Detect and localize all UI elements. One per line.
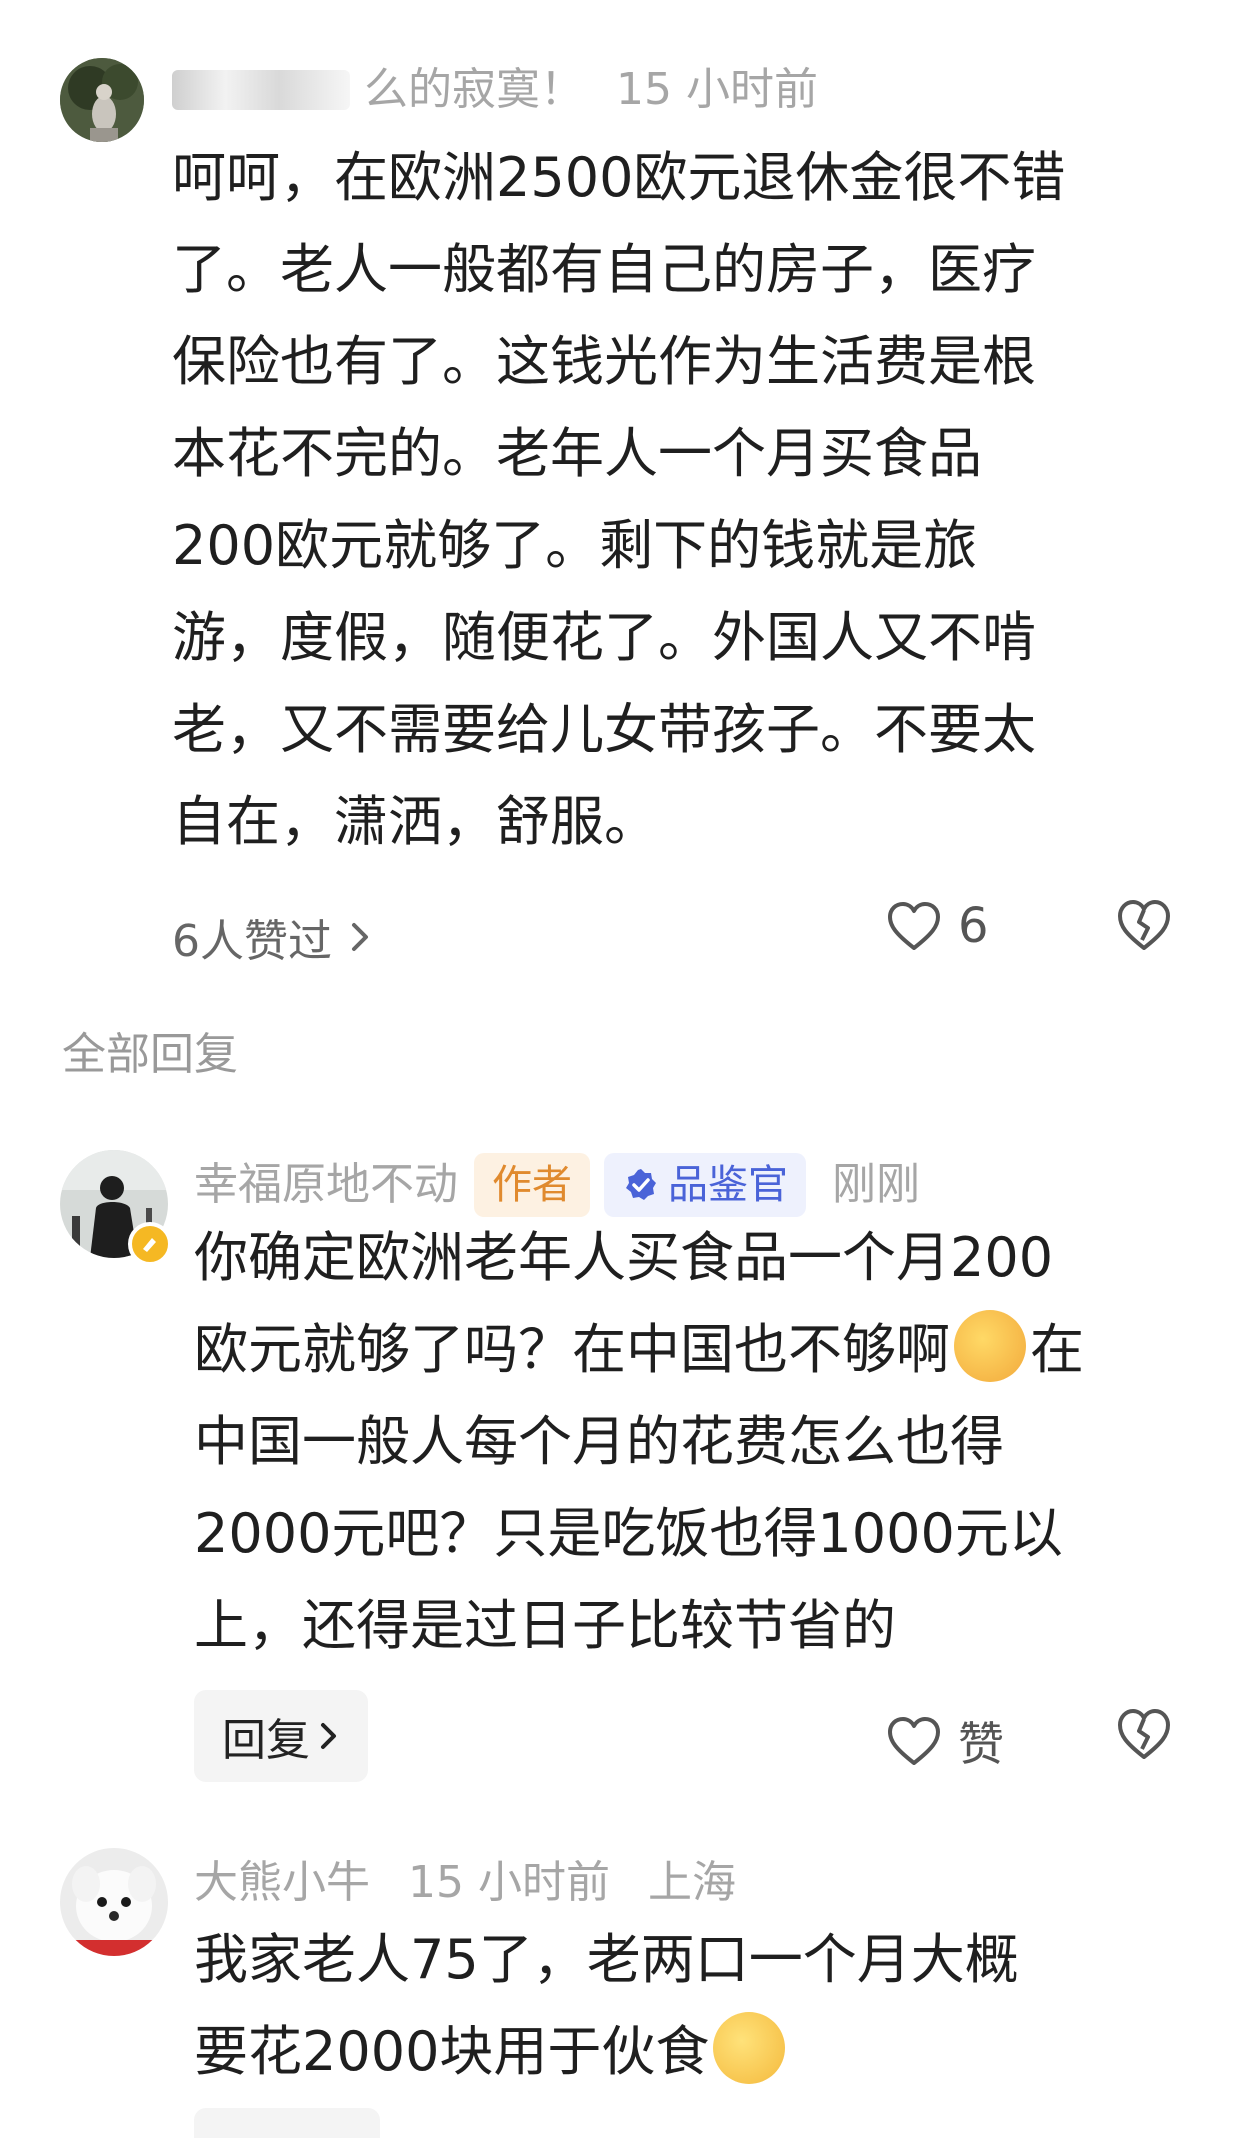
like-button[interactable]: 6: [886, 898, 989, 954]
username[interactable]: 大熊小牛: [194, 1857, 370, 1908]
expert-badge: 品鉴官: [604, 1153, 806, 1217]
liked-by-link[interactable]: 6人赞过: [172, 905, 376, 969]
reply-button[interactable]: [194, 2108, 380, 2138]
comment-line: 游，度假，随便花了。外国人又不啃: [172, 606, 1036, 669]
comment-line: 本花不完的。老年人一个月买食品: [172, 422, 982, 485]
comment-line: 老，又不需要给儿女带孩子。不要太: [172, 698, 1036, 761]
section-label: 全部回复: [62, 1029, 238, 1080]
reply-text: 我家老人75了，老两口一个月大概 要花2000块用于伙食: [194, 1914, 1019, 2098]
username[interactable]: 幸福原地不动: [194, 1157, 458, 1213]
reply-location: 上海: [647, 1857, 736, 1908]
party-face-emoji-icon: [954, 1310, 1026, 1382]
chevron-right-icon: [352, 923, 368, 951]
comment-line: 保险也有了。这钱光作为生活费是根: [172, 330, 1036, 393]
reply-line: 2000元吧？只是吃饭也得1000元以: [194, 1502, 1063, 1565]
reply-line: 我家老人75了，老两口一个月大概: [194, 1928, 1019, 1991]
reply-time: 刚刚: [832, 1159, 920, 1210]
badge-label: 品鉴官: [668, 1162, 788, 1208]
verified-badge-icon: [626, 1169, 656, 1200]
like-count: 6: [958, 898, 989, 954]
reply-button[interactable]: 回复: [194, 1690, 368, 1782]
avatar[interactable]: [60, 58, 144, 142]
comment-line: 200欧元就够了。剩下的钱就是旅: [172, 514, 978, 577]
reply-button-label: 回复: [222, 1715, 310, 1766]
reply-time: 15 小时前: [408, 1857, 610, 1908]
reply-text: 你确定欧洲老年人买食品一个月200 欧元就够了吗？在中国也不够啊在 中国一般人每…: [194, 1212, 1084, 1672]
smiling-face-emoji-icon: [713, 2012, 786, 2084]
chevron-right-icon: [321, 1723, 336, 1749]
comment-line: 自在，潇洒，舒服。: [172, 790, 658, 853]
comment-text: 呵呵，在欧洲2500欧元退休金很不错 了。老人一般都有自己的房子，医疗 保险也有…: [172, 132, 1065, 868]
comment-line: 了。老人一般都有自己的房子，医疗: [172, 238, 1036, 301]
broken-heart-icon: [1118, 900, 1170, 950]
dislike-button[interactable]: [1116, 898, 1172, 956]
comment-line: 呵呵，在欧洲2500欧元退休金很不错: [172, 146, 1066, 209]
dislike-button[interactable]: [1116, 1707, 1172, 1765]
avatar[interactable]: [60, 1848, 168, 1956]
reply-line: 上，还得是过日子比较节省的: [194, 1594, 896, 1657]
reply-line: 欧元就够了吗？在中国也不够啊在: [194, 1304, 1084, 1396]
comment-meta: 么的寂寞！ 15 小时前: [172, 62, 818, 118]
level-badge-icon: [128, 1222, 172, 1266]
partial-header-text: [0, 0, 1242, 16]
like-button[interactable]: 赞: [886, 1708, 1004, 1774]
author-tag: 作者: [474, 1153, 590, 1217]
liked-by-label: 6人赞过: [172, 916, 332, 967]
heart-icon: [888, 1717, 940, 1765]
reply-line: 要花2000块用于伙食: [194, 2006, 1019, 2098]
broken-heart-icon: [1118, 1709, 1170, 1759]
reply-meta: 幸福原地不动 作者 品鉴官 刚刚: [194, 1153, 920, 1217]
comment-time: 15 小时前: [616, 64, 818, 115]
reply-line: 中国一般人每个月的花费怎么也得: [194, 1410, 1004, 1473]
reply-meta: 大熊小牛 15 小时前 上海: [194, 1855, 736, 1911]
username-partial[interactable]: 么的寂寞！: [364, 64, 584, 115]
like-label: 赞: [958, 1717, 1004, 1771]
heart-icon: [888, 902, 940, 950]
reply-line: 你确定欧洲老年人买食品一个月200: [194, 1226, 1054, 1289]
blurred-username: [172, 70, 350, 110]
